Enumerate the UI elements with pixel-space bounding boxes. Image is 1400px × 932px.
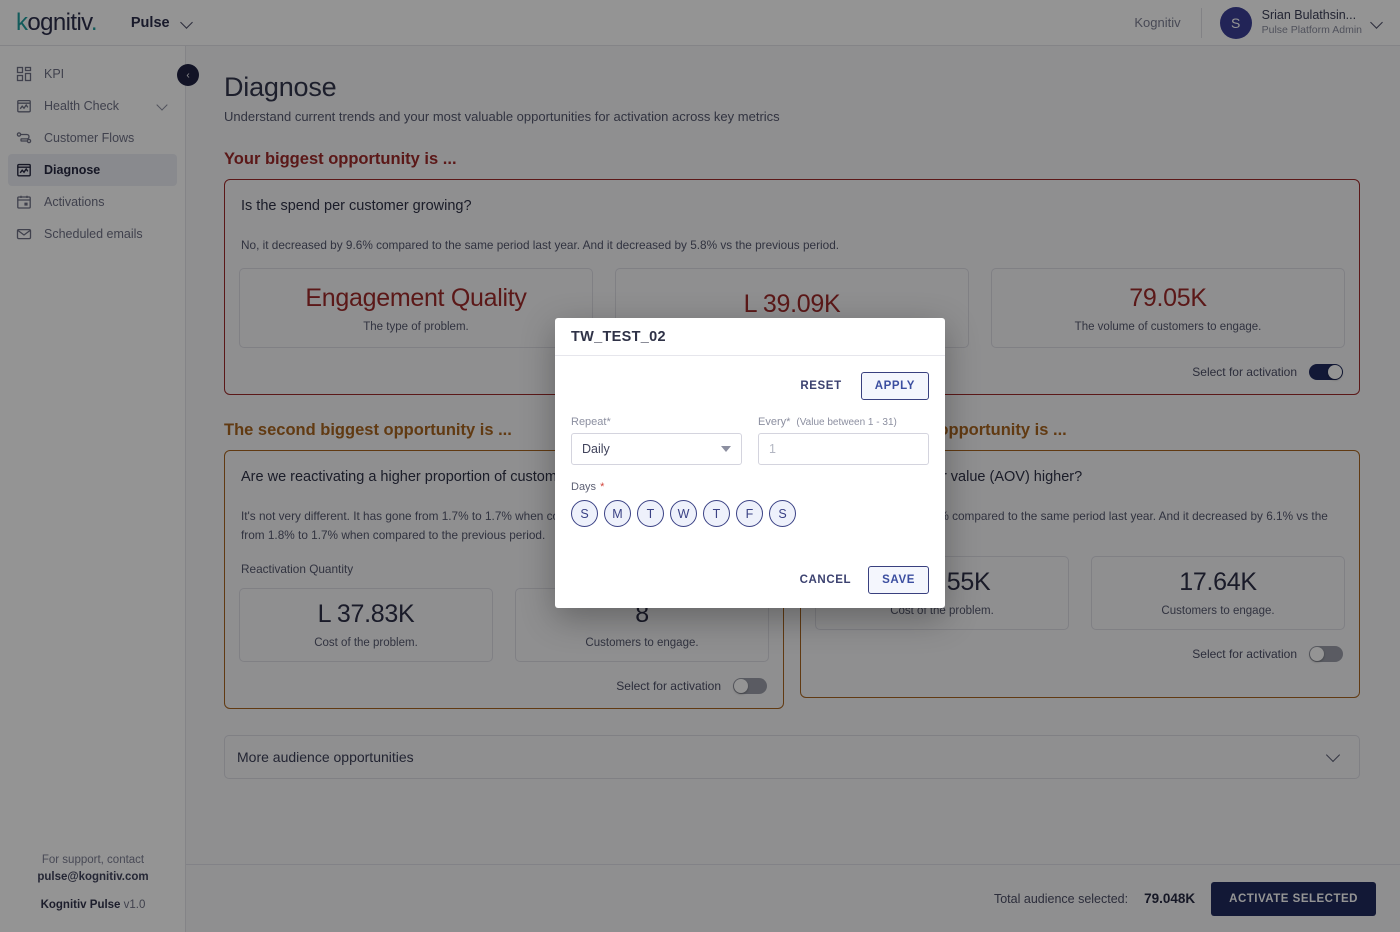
day-toggle-wednesday[interactable]: W: [670, 500, 697, 527]
modal-title: TW_TEST_02: [571, 328, 666, 345]
caret-down-icon: [721, 446, 731, 452]
repeat-label-text: Repeat*: [571, 416, 611, 428]
day-toggle-friday[interactable]: F: [736, 500, 763, 527]
repeat-select[interactable]: Daily: [571, 433, 742, 465]
schedule-modal: TW_TEST_02 RESET APPLY Repeat* Daily Eve…: [555, 318, 945, 608]
modal-body: RESET APPLY Repeat* Daily Every* (Value …: [555, 356, 945, 566]
repeat-label: Repeat*: [571, 416, 742, 428]
days-selector: S M T W T F S: [571, 500, 929, 527]
every-hint: (Value between 1 - 31): [796, 417, 897, 428]
every-input-placeholder: 1: [769, 442, 776, 456]
apply-button[interactable]: APPLY: [860, 372, 929, 400]
day-toggle-saturday[interactable]: S: [769, 500, 796, 527]
schedule-fields-row: Repeat* Daily Every* (Value between 1 - …: [571, 416, 929, 465]
days-label: Days *: [571, 481, 929, 493]
every-label-text: Every*: [758, 416, 791, 428]
reset-button[interactable]: RESET: [791, 373, 850, 399]
required-asterisk: *: [600, 481, 605, 493]
day-toggle-tuesday[interactable]: T: [637, 500, 664, 527]
every-label: Every* (Value between 1 - 31): [758, 416, 929, 428]
days-label-text: Days: [571, 481, 597, 493]
modal-header: TW_TEST_02: [555, 318, 945, 356]
day-toggle-monday[interactable]: M: [604, 500, 631, 527]
day-toggle-sunday[interactable]: S: [571, 500, 598, 527]
cancel-button[interactable]: CANCEL: [791, 567, 861, 593]
day-toggle-thursday[interactable]: T: [703, 500, 730, 527]
modal-top-actions: RESET APPLY: [571, 370, 929, 402]
save-button[interactable]: SAVE: [868, 566, 929, 594]
repeat-field: Repeat* Daily: [571, 416, 742, 465]
every-field: Every* (Value between 1 - 31) 1: [758, 416, 929, 465]
modal-footer: CANCEL SAVE: [555, 566, 945, 608]
every-input[interactable]: 1: [758, 433, 929, 465]
repeat-selected-value: Daily: [582, 442, 610, 456]
